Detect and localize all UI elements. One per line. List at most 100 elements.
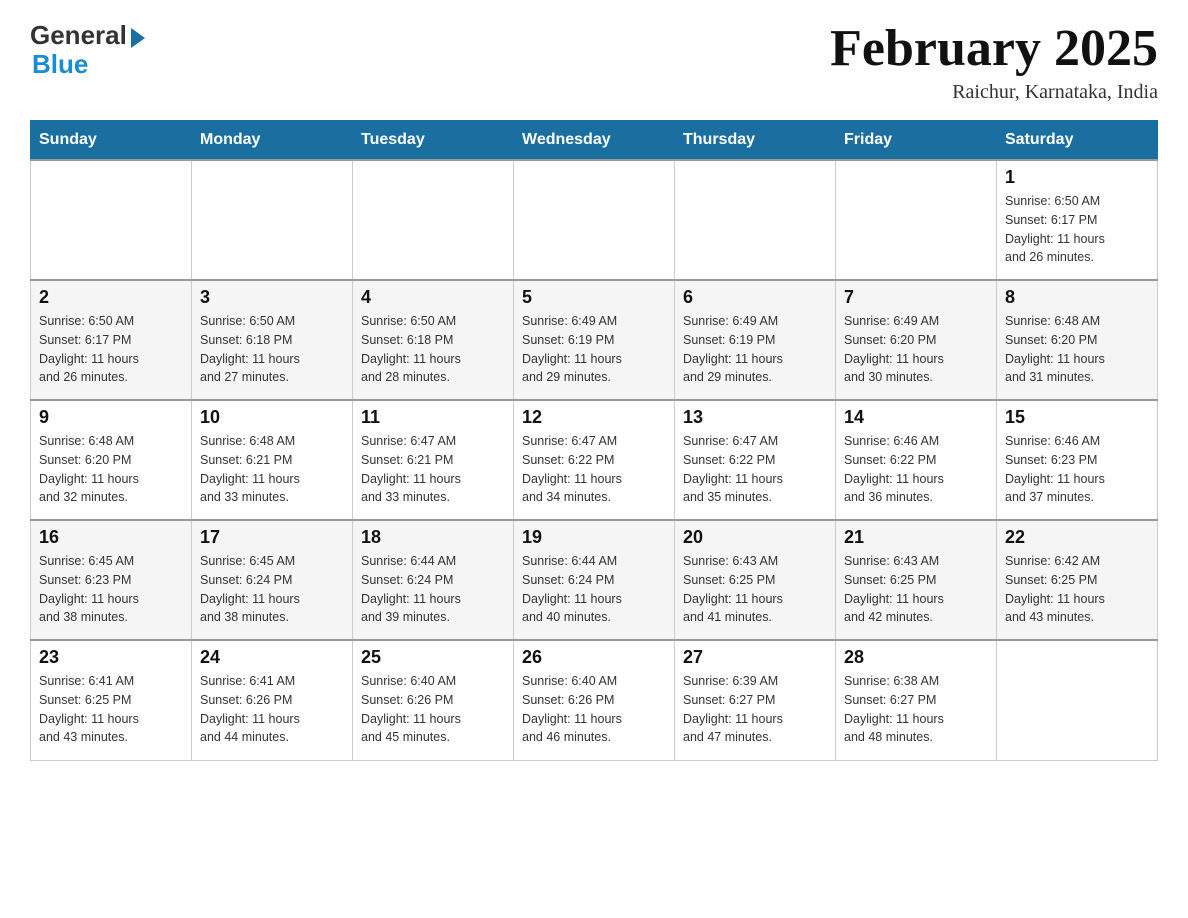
calendar-cell: 26Sunrise: 6:40 AMSunset: 6:26 PMDayligh…	[514, 640, 675, 760]
day-number: 7	[844, 287, 988, 308]
day-info: Sunrise: 6:48 AMSunset: 6:20 PMDaylight:…	[39, 432, 183, 507]
calendar-cell: 15Sunrise: 6:46 AMSunset: 6:23 PMDayligh…	[997, 400, 1158, 520]
day-number: 24	[200, 647, 344, 668]
logo-arrow-icon	[131, 28, 145, 48]
day-number: 6	[683, 287, 827, 308]
day-number: 11	[361, 407, 505, 428]
day-info: Sunrise: 6:48 AMSunset: 6:20 PMDaylight:…	[1005, 312, 1149, 387]
day-info: Sunrise: 6:45 AMSunset: 6:24 PMDaylight:…	[200, 552, 344, 627]
calendar-week-row: 9 Sunrise: 6:48 AMSunset: 6:20 PMDaylight…	[31, 400, 1158, 520]
day-number: 19	[522, 527, 666, 548]
day-number: 18	[361, 527, 505, 548]
day-number: 2	[39, 287, 183, 308]
calendar-cell	[997, 640, 1158, 760]
day-info: Sunrise: 6:50 AMSunset: 6:18 PMDaylight:…	[200, 312, 344, 387]
calendar-cell: 13Sunrise: 6:47 AMSunset: 6:22 PMDayligh…	[675, 400, 836, 520]
calendar-cell: 1Sunrise: 6:50 AMSunset: 6:17 PMDaylight…	[997, 160, 1158, 280]
weekday-header-sunday: Sunday	[31, 121, 192, 161]
day-info: Sunrise: 6:43 AMSunset: 6:25 PMDaylight:…	[844, 552, 988, 627]
day-number: 1	[1005, 167, 1149, 188]
day-number: 12	[522, 407, 666, 428]
calendar-cell: 11 Sunrise: 6:47 AMSunset: 6:21 PMDayligh…	[353, 400, 514, 520]
day-info: Sunrise: 6:46 AMSunset: 6:22 PMDaylight:…	[844, 432, 988, 507]
day-info: Sunrise: 6:44 AMSunset: 6:24 PMDaylight:…	[361, 552, 505, 627]
calendar-cell: 7 Sunrise: 6:49 AMSunset: 6:20 PMDaylight…	[836, 280, 997, 400]
day-info: Sunrise: 6:49 AMSunset: 6:19 PMDaylight:…	[683, 312, 827, 387]
calendar-cell	[192, 160, 353, 280]
day-number: 14	[844, 407, 988, 428]
day-number: 3	[200, 287, 344, 308]
calendar-cell	[836, 160, 997, 280]
day-info: Sunrise: 6:50 AMSunset: 6:18 PMDaylight:…	[361, 312, 505, 387]
calendar-cell	[514, 160, 675, 280]
calendar-cell: 24 Sunrise: 6:41 AMSunset: 6:26 PMDayligh…	[192, 640, 353, 760]
calendar-cell: 20Sunrise: 6:43 AMSunset: 6:25 PMDayligh…	[675, 520, 836, 640]
day-info: Sunrise: 6:47 AMSunset: 6:22 PMDaylight:…	[522, 432, 666, 507]
weekday-header-friday: Friday	[836, 121, 997, 161]
day-number: 27	[683, 647, 827, 668]
day-info: Sunrise: 6:44 AMSunset: 6:24 PMDaylight:…	[522, 552, 666, 627]
calendar-header-row: SundayMondayTuesdayWednesdayThursdayFrid…	[31, 121, 1158, 161]
calendar-cell	[31, 160, 192, 280]
day-number: 4	[361, 287, 505, 308]
day-number: 21	[844, 527, 988, 548]
calendar-cell: 4 Sunrise: 6:50 AMSunset: 6:18 PMDaylight…	[353, 280, 514, 400]
day-info: Sunrise: 6:38 AMSunset: 6:27 PMDaylight:…	[844, 672, 988, 747]
calendar-cell: 27Sunrise: 6:39 AMSunset: 6:27 PMDayligh…	[675, 640, 836, 760]
calendar-week-row: 2Sunrise: 6:50 AMSunset: 6:17 PMDaylight…	[31, 280, 1158, 400]
day-number: 16	[39, 527, 183, 548]
calendar-cell: 8 Sunrise: 6:48 AMSunset: 6:20 PMDaylight…	[997, 280, 1158, 400]
weekday-header-wednesday: Wednesday	[514, 121, 675, 161]
calendar-cell	[675, 160, 836, 280]
calendar-cell: 17 Sunrise: 6:45 AMSunset: 6:24 PMDayligh…	[192, 520, 353, 640]
month-title: February 2025	[830, 20, 1158, 77]
calendar-cell: 2Sunrise: 6:50 AMSunset: 6:17 PMDaylight…	[31, 280, 192, 400]
calendar-cell: 3 Sunrise: 6:50 AMSunset: 6:18 PMDaylight…	[192, 280, 353, 400]
day-number: 10	[200, 407, 344, 428]
calendar-cell: 6 Sunrise: 6:49 AMSunset: 6:19 PMDaylight…	[675, 280, 836, 400]
weekday-header-tuesday: Tuesday	[353, 121, 514, 161]
day-number: 9	[39, 407, 183, 428]
day-number: 28	[844, 647, 988, 668]
calendar-cell: 10 Sunrise: 6:48 AMSunset: 6:21 PMDayligh…	[192, 400, 353, 520]
calendar-cell: 12 Sunrise: 6:47 AMSunset: 6:22 PMDayligh…	[514, 400, 675, 520]
weekday-header-saturday: Saturday	[997, 121, 1158, 161]
weekday-header-thursday: Thursday	[675, 121, 836, 161]
logo-general-text: General	[30, 20, 127, 51]
page-header: General Blue February 2025 Raichur, Karn…	[30, 20, 1158, 104]
day-info: Sunrise: 6:45 AMSunset: 6:23 PMDaylight:…	[39, 552, 183, 627]
calendar-cell: 14 Sunrise: 6:46 AMSunset: 6:22 PMDayligh…	[836, 400, 997, 520]
logo-blue-text: Blue	[32, 49, 88, 80]
calendar-cell: 23 Sunrise: 6:41 AMSunset: 6:25 PMDayligh…	[31, 640, 192, 760]
calendar-week-row: 16 Sunrise: 6:45 AMSunset: 6:23 PMDayligh…	[31, 520, 1158, 640]
calendar-cell: 16 Sunrise: 6:45 AMSunset: 6:23 PMDayligh…	[31, 520, 192, 640]
day-number: 22	[1005, 527, 1149, 548]
calendar-cell: 21 Sunrise: 6:43 AMSunset: 6:25 PMDayligh…	[836, 520, 997, 640]
day-info: Sunrise: 6:48 AMSunset: 6:21 PMDaylight:…	[200, 432, 344, 507]
day-info: Sunrise: 6:41 AMSunset: 6:25 PMDaylight:…	[39, 672, 183, 747]
day-number: 17	[200, 527, 344, 548]
day-info: Sunrise: 6:43 AMSunset: 6:25 PMDaylight:…	[683, 552, 827, 627]
calendar-cell: 25Sunrise: 6:40 AMSunset: 6:26 PMDayligh…	[353, 640, 514, 760]
calendar-cell: 5Sunrise: 6:49 AMSunset: 6:19 PMDaylight…	[514, 280, 675, 400]
day-number: 23	[39, 647, 183, 668]
weekday-header-monday: Monday	[192, 121, 353, 161]
calendar-week-row: 1Sunrise: 6:50 AMSunset: 6:17 PMDaylight…	[31, 160, 1158, 280]
logo: General Blue	[30, 20, 145, 80]
day-info: Sunrise: 6:42 AMSunset: 6:25 PMDaylight:…	[1005, 552, 1149, 627]
calendar-cell	[353, 160, 514, 280]
calendar-cell: 18 Sunrise: 6:44 AMSunset: 6:24 PMDayligh…	[353, 520, 514, 640]
title-area: February 2025 Raichur, Karnataka, India	[830, 20, 1158, 104]
day-info: Sunrise: 6:40 AMSunset: 6:26 PMDaylight:…	[522, 672, 666, 747]
day-info: Sunrise: 6:41 AMSunset: 6:26 PMDaylight:…	[200, 672, 344, 747]
day-number: 8	[1005, 287, 1149, 308]
day-number: 13	[683, 407, 827, 428]
day-info: Sunrise: 6:49 AMSunset: 6:20 PMDaylight:…	[844, 312, 988, 387]
calendar-table: SundayMondayTuesdayWednesdayThursdayFrid…	[30, 120, 1158, 761]
calendar-cell: 28 Sunrise: 6:38 AMSunset: 6:27 PMDayligh…	[836, 640, 997, 760]
day-info: Sunrise: 6:46 AMSunset: 6:23 PMDaylight:…	[1005, 432, 1149, 507]
day-info: Sunrise: 6:47 AMSunset: 6:21 PMDaylight:…	[361, 432, 505, 507]
day-info: Sunrise: 6:49 AMSunset: 6:19 PMDaylight:…	[522, 312, 666, 387]
day-number: 25	[361, 647, 505, 668]
calendar-cell: 22 Sunrise: 6:42 AMSunset: 6:25 PMDayligh…	[997, 520, 1158, 640]
